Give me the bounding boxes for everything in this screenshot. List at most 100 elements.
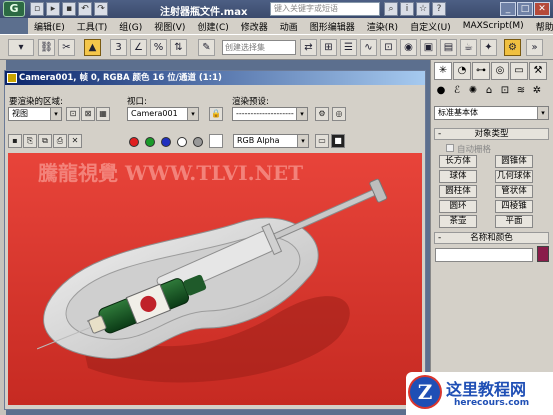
object-category-dropdown[interactable]: 标准基本体 ▾: [434, 106, 549, 120]
clear-image-icon[interactable]: ✕: [68, 134, 82, 148]
quick-render-icon[interactable]: ☕: [460, 39, 477, 56]
space-warps-icon[interactable]: ≋: [514, 84, 528, 98]
tab-create[interactable]: ✳: [434, 62, 452, 80]
tab-display[interactable]: ▭: [510, 62, 528, 80]
area-to-render-dropdown[interactable]: 视图 ▾: [8, 107, 62, 121]
viewport-dropdown[interactable]: Camera001 ▾: [127, 107, 199, 121]
menu-help[interactable]: 帮助(H): [530, 20, 553, 33]
lock-viewport-icon[interactable]: 🔒: [209, 107, 223, 121]
tab-modify[interactable]: ◔: [453, 62, 471, 80]
layer-manager-icon[interactable]: ☰: [340, 39, 357, 56]
geometry-icon[interactable]: ●: [434, 84, 448, 98]
menu-edit[interactable]: 编辑(E): [28, 20, 71, 33]
tab-motion[interactable]: ◎: [491, 62, 509, 80]
tab-utilities[interactable]: ⚒: [529, 62, 547, 80]
redo-icon[interactable]: ↷: [94, 2, 108, 16]
toggle-ui-icon[interactable]: ■: [331, 134, 345, 148]
alpha-channel-toggle[interactable]: [177, 137, 187, 147]
menu-customize[interactable]: 自定义(U): [404, 20, 457, 33]
menu-views[interactable]: 视图(V): [148, 20, 191, 33]
align-icon[interactable]: ⊞: [320, 39, 337, 56]
3dsmax-logo-icon[interactable]: G: [3, 1, 25, 17]
green-channel-toggle[interactable]: [145, 137, 155, 147]
edit-named-selection-icon[interactable]: ✎: [198, 39, 215, 56]
systems-icon[interactable]: ✲: [530, 84, 544, 98]
close-button[interactable]: ✕: [534, 2, 550, 16]
auto-region-icon[interactable]: ⊠: [81, 107, 95, 121]
clone-window-icon[interactable]: ⧉: [38, 134, 52, 148]
open-file-icon[interactable]: ▸: [46, 2, 60, 16]
plane-button[interactable]: 平面: [495, 215, 533, 228]
lights-icon[interactable]: ✺: [466, 84, 480, 98]
menu-rendering[interactable]: 渲染(R): [361, 20, 404, 33]
named-selection-set-field[interactable]: 创建选择集: [222, 40, 296, 55]
region-lock-icon[interactable]: ▦: [96, 107, 110, 121]
print-image-icon[interactable]: ⎙: [53, 134, 67, 148]
toolbar-overflow-icon[interactable]: »: [526, 39, 543, 56]
object-color-swatch[interactable]: [537, 246, 549, 262]
select-link-icon[interactable]: ⛓: [38, 39, 55, 56]
activeshade-icon[interactable]: ✦: [480, 39, 497, 56]
favorites-icon[interactable]: ☆: [416, 2, 430, 16]
rendered-image[interactable]: 騰龍視覺 WWW.TLVI.NET: [8, 153, 422, 405]
menu-animation[interactable]: 动画: [274, 20, 304, 33]
environment-effects-icon[interactable]: ◎: [332, 107, 346, 121]
menu-create[interactable]: 创建(C): [191, 20, 234, 33]
red-channel-toggle[interactable]: [129, 137, 139, 147]
menu-maxscript[interactable]: MAXScript(M): [457, 21, 530, 31]
object-type-rollout-header[interactable]: - 对象类型: [434, 128, 549, 140]
tube-button[interactable]: 管状体: [495, 185, 533, 198]
mono-toggle[interactable]: [193, 137, 203, 147]
save-file-icon[interactable]: ▪: [62, 2, 76, 16]
undo-icon[interactable]: ↶: [78, 2, 92, 16]
info-icon[interactable]: i: [400, 2, 414, 16]
render-production-icon[interactable]: ⚙: [504, 39, 521, 56]
menu-tools[interactable]: 工具(T): [71, 20, 114, 33]
select-object-icon[interactable]: ▲: [84, 39, 101, 56]
mirror-icon[interactable]: ⇄: [300, 39, 317, 56]
menu-group[interactable]: 组(G): [113, 20, 148, 33]
torus-button[interactable]: 圆环: [439, 200, 477, 213]
toggle-ui-overlay-icon[interactable]: ▭: [315, 134, 329, 148]
blue-channel-toggle[interactable]: [161, 137, 171, 147]
sphere-button[interactable]: 球体: [439, 170, 477, 183]
teapot-button[interactable]: 茶壶: [439, 215, 477, 228]
menu-modifiers[interactable]: 修改器: [235, 20, 274, 33]
angle-snap-icon[interactable]: ∠: [130, 39, 147, 56]
pyramid-button[interactable]: 四棱锥: [495, 200, 533, 213]
autogrid-checkbox[interactable]: [446, 144, 454, 152]
cameras-icon[interactable]: ⌂: [482, 84, 496, 98]
percent-snap-icon[interactable]: %: [150, 39, 167, 56]
background-color-swatch[interactable]: [209, 134, 223, 148]
unlink-icon[interactable]: ✂: [58, 39, 75, 56]
material-editor-icon[interactable]: ◉: [400, 39, 417, 56]
helpers-icon[interactable]: ⊡: [498, 84, 512, 98]
curve-editor-icon[interactable]: ∿: [360, 39, 377, 56]
render-setup-icon[interactable]: ▣: [420, 39, 437, 56]
box-button[interactable]: 长方体: [439, 155, 477, 168]
schematic-view-icon[interactable]: ⊡: [380, 39, 397, 56]
name-color-rollout-header[interactable]: - 名称和颜色: [434, 232, 549, 244]
cylinder-button[interactable]: 圆柱体: [439, 185, 477, 198]
edit-region-icon[interactable]: ⊡: [66, 107, 80, 121]
rendered-frame-window-icon[interactable]: ▤: [440, 39, 457, 56]
spinner-snap-icon[interactable]: ⇅: [170, 39, 187, 56]
menu-graph-editors[interactable]: 图形编辑器: [304, 20, 361, 33]
snap-3d-icon[interactable]: 3: [110, 39, 127, 56]
help-icon[interactable]: ?: [432, 2, 446, 16]
selection-filter-dropdown[interactable]: ▾: [8, 39, 34, 56]
display-channel-dropdown[interactable]: RGB Alpha ▾: [233, 134, 309, 148]
render-preset-dropdown[interactable]: -------------------- ▾: [232, 107, 308, 121]
render-setup-icon[interactable]: ⚙: [315, 107, 329, 121]
object-name-field[interactable]: [435, 248, 533, 262]
copy-image-icon[interactable]: ⎘: [23, 134, 37, 148]
search-input[interactable]: 键入关键字或短语: [270, 2, 380, 16]
maximize-button[interactable]: □: [517, 2, 533, 16]
search-icon[interactable]: ⌕: [384, 2, 398, 16]
tab-hierarchy[interactable]: ⊶: [472, 62, 490, 80]
shapes-icon[interactable]: ℰ: [450, 84, 464, 98]
save-image-icon[interactable]: ▪: [8, 134, 22, 148]
geosphere-button[interactable]: 几何球体: [495, 170, 533, 183]
cone-button[interactable]: 圆锥体: [495, 155, 533, 168]
minimize-button[interactable]: _: [500, 2, 516, 16]
